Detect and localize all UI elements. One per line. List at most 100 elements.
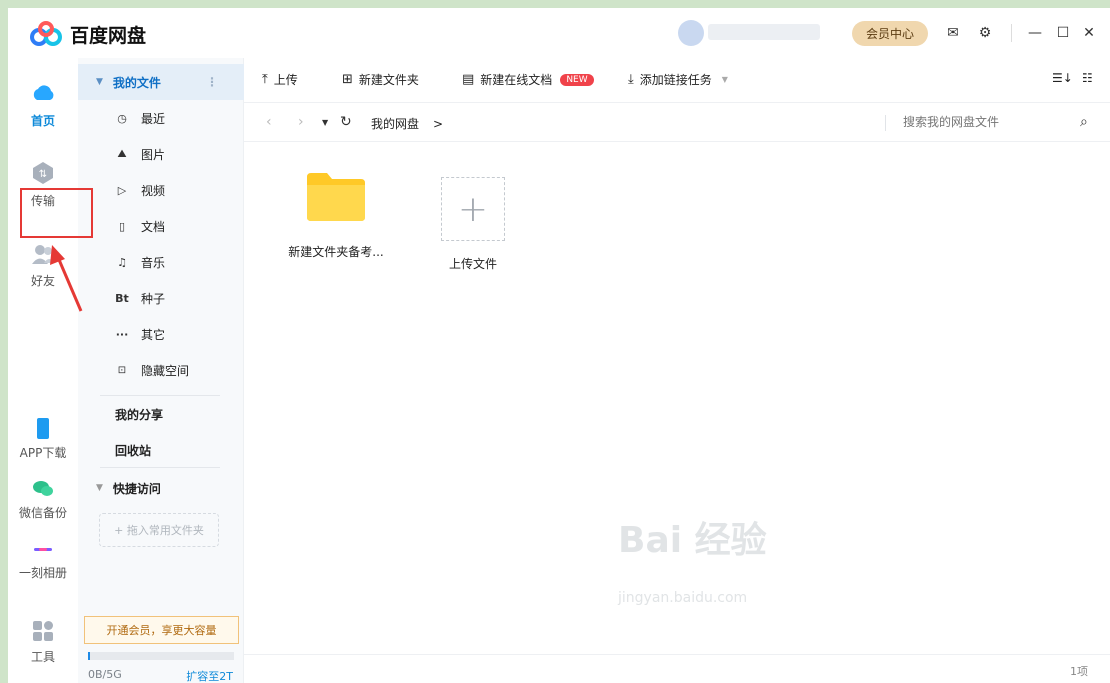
transfer-icon: ⇅ xyxy=(33,162,53,184)
tools-icon xyxy=(33,621,53,641)
vip-center-button[interactable]: 会员中心 xyxy=(852,21,928,46)
new-online-doc-button[interactable]: ▤ 新建在线文档 NEW xyxy=(462,71,594,88)
maximize-icon[interactable]: ☐ xyxy=(1052,22,1074,44)
file-name: 新建文件夹备考... xyxy=(288,245,384,259)
status-bar: 1项 xyxy=(244,654,1110,683)
tree-item-docs[interactable]: ▯ 文档 xyxy=(78,208,244,244)
drag-folder-dropzone[interactable]: + 拖入常用文件夹 xyxy=(99,513,219,547)
svg-text:⇅: ⇅ xyxy=(39,169,47,180)
search-icon[interactable]: ⌕ xyxy=(1080,114,1088,130)
bt-icon: Bt xyxy=(115,291,129,305)
back-icon[interactable]: ‹ xyxy=(266,114,272,130)
more-vertical-icon[interactable]: ⋮ xyxy=(206,75,218,89)
tree-divider xyxy=(100,467,220,468)
tree-item-images[interactable]: ⛰ 图片 xyxy=(78,136,244,172)
nav-home[interactable]: 首页 xyxy=(8,80,78,129)
nav-album-label: 一刻相册 xyxy=(18,566,67,580)
baidu-watermark-url: jingyan.baidu.com xyxy=(618,590,748,606)
tree-item-videos[interactable]: ▷ 视频 xyxy=(78,172,244,208)
cloud-home-icon xyxy=(33,85,54,100)
new-folder-button[interactable]: ⊞ 新建文件夹 xyxy=(342,71,419,88)
tree-item-recent[interactable]: ◷ 最近 xyxy=(78,100,244,136)
phone-icon xyxy=(37,418,49,439)
wechat-icon xyxy=(33,481,53,496)
quota-progress-bar xyxy=(88,652,234,660)
tree-my-share[interactable]: 我的分享 xyxy=(78,396,244,432)
new-folder-label: 新建文件夹 xyxy=(358,73,419,87)
nav-home-label: 首页 xyxy=(30,114,55,128)
file-name: 上传文件 xyxy=(448,257,497,271)
tree-item-label: 其它 xyxy=(141,327,166,342)
tree-item-label: 文档 xyxy=(141,219,166,234)
caret-down-icon[interactable]: ▼ xyxy=(722,75,728,84)
annotation-highlight-box xyxy=(20,188,93,238)
nav-wechat-backup-label: 微信备份 xyxy=(18,506,67,520)
tree-quick-access[interactable]: ▼ 快捷访问 xyxy=(78,470,244,506)
quota-text: 0B/5G xyxy=(88,668,122,681)
lock-icon: ⊡ xyxy=(117,364,127,376)
minimize-icon[interactable]: — xyxy=(1024,22,1046,44)
title-divider xyxy=(1011,24,1012,42)
breadcrumb[interactable]: 我的网盘 > xyxy=(371,115,443,132)
close-icon[interactable]: ✕ xyxy=(1078,22,1100,44)
nav-wechat-backup[interactable]: 微信备份 xyxy=(8,476,78,521)
nav-album[interactable]: 一刻相册 xyxy=(8,536,78,581)
tree-item-label: 图片 xyxy=(141,147,166,162)
caret-down-icon: ▼ xyxy=(96,483,103,493)
plus-icon: + xyxy=(441,177,505,241)
vip-promo-banner[interactable]: 开通会员，享更大容量 xyxy=(84,616,239,644)
add-link-task-button[interactable]: ⤓ 添加链接任务 ▼ xyxy=(628,71,728,88)
tree-item-label: 种子 xyxy=(141,291,166,306)
tree-item-label: 隐藏空间 xyxy=(141,363,190,378)
folder-icon xyxy=(307,173,365,221)
tree-item-torrents[interactable]: Bt 种子 xyxy=(78,280,244,316)
file-tree-panel: ▼ 我的文件 ⋮ ◷ 最近 ⛰ 图片 ▷ 视频 ▯ 文档 ♫ 音乐 Bt 种子 ··· 其它 … xyxy=(78,58,244,683)
username-blurred xyxy=(708,24,820,40)
tree-my-files-label: 我的文件 xyxy=(112,75,161,90)
mail-icon[interactable]: ✉ xyxy=(942,22,964,44)
tree-my-files[interactable]: ▼ 我的文件 ⋮ xyxy=(78,64,244,100)
upload-file-tile[interactable]: + 上传文件 xyxy=(418,177,528,272)
search-input[interactable] xyxy=(903,115,1063,129)
upload-button[interactable]: ⤒ 上传 xyxy=(262,71,298,88)
breadcrumb-arrow: > xyxy=(433,117,444,131)
baidu-watermark: Bai 经验 xyxy=(618,520,767,561)
title-bar: 百度网盘 会员中心 ✉ ⚙ — ☐ ✕ xyxy=(8,8,1110,58)
tree-item-other[interactable]: ··· 其它 xyxy=(78,316,244,352)
nav-app-download[interactable]: APP下载 xyxy=(8,416,78,461)
annotation-arrow-icon xyxy=(50,245,83,312)
tree-recycle-bin[interactable]: 回收站 xyxy=(78,432,244,468)
app-logo: 百度网盘 xyxy=(28,20,146,48)
refresh-icon[interactable]: ↻ xyxy=(340,114,352,130)
app-window: 百度网盘 会员中心 ✉ ⚙ — ☐ ✕ 首页 ⇅ 传输 好友 APP下载 微信备… xyxy=(8,8,1110,683)
app-title: 百度网盘 xyxy=(70,24,147,47)
doc-icon: ▯ xyxy=(118,219,126,233)
headphone-icon: ♫ xyxy=(117,255,127,269)
album-icon xyxy=(34,548,52,551)
upload-label: 上传 xyxy=(273,73,298,87)
tree-item-label: 最近 xyxy=(141,111,166,126)
tree-recycle-label: 回收站 xyxy=(115,443,152,458)
tree-item-label: 音乐 xyxy=(141,255,166,270)
breadcrumb-root[interactable]: 我的网盘 xyxy=(371,117,419,131)
clock-icon: ◷ xyxy=(117,111,127,125)
avatar[interactable] xyxy=(678,20,704,46)
quota-progress-fill xyxy=(88,652,90,660)
list-view-icon[interactable]: ☷ xyxy=(1082,71,1093,85)
expand-quota-link[interactable]: 扩容至2T xyxy=(186,668,233,683)
forward-icon[interactable]: › xyxy=(298,114,304,130)
new-badge: NEW xyxy=(560,73,594,86)
tree-item-hidden-space[interactable]: ⊡ 隐藏空间 xyxy=(78,352,244,388)
nav-tools[interactable]: 工具 xyxy=(8,618,78,665)
nav-tools-label: 工具 xyxy=(30,650,55,664)
tree-item-music[interactable]: ♫ 音乐 xyxy=(78,244,244,280)
sort-icon[interactable]: ☰↓ xyxy=(1052,71,1073,85)
file-item-folder[interactable]: 新建文件夹备考... xyxy=(281,171,391,260)
history-dropdown-icon[interactable]: ▼ xyxy=(322,118,328,127)
baidu-pan-logo-icon xyxy=(30,21,62,46)
download-icon: ⤓ xyxy=(628,72,634,87)
new-folder-icon: ⊞ xyxy=(342,72,353,87)
item-count: 1项 xyxy=(1070,665,1088,678)
nav-app-download-label: APP下载 xyxy=(19,446,67,460)
gear-icon[interactable]: ⚙ xyxy=(974,22,996,44)
